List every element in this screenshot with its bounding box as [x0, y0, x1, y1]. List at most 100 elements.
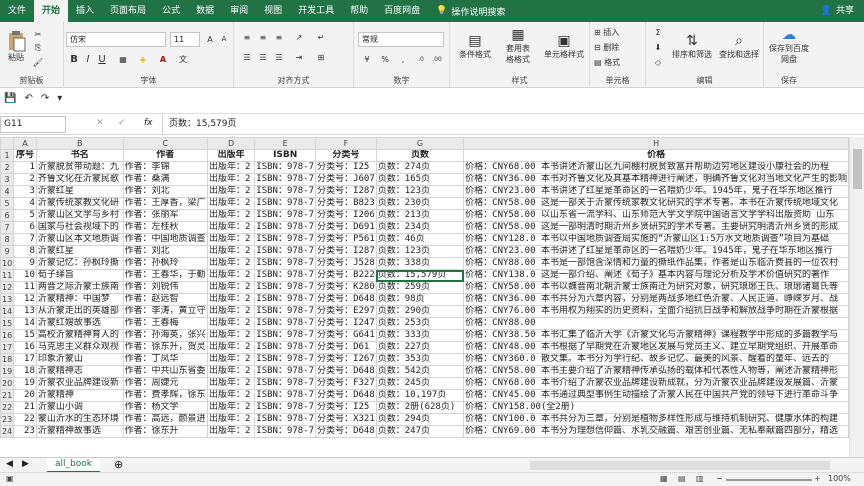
cell[interactable]: ISBN：978-7 [254, 173, 317, 186]
ribbon-tab[interactable]: 帮助 [342, 0, 376, 22]
row-header[interactable]: 4 [0, 185, 15, 198]
copy-icon[interactable]: ⎘ [32, 42, 44, 54]
column-header[interactable]: F [315, 137, 377, 150]
cell[interactable]: 作者：刘北 [122, 245, 208, 258]
row-header[interactable]: 6 [0, 209, 15, 222]
cell[interactable]: 分类号：I25 [315, 161, 377, 174]
sheet-tab-all-book[interactable]: all_book [47, 458, 100, 473]
tell-me-search[interactable]: 💡 操作说明搜索 [436, 5, 505, 18]
cell[interactable]: ISBN：978-7 [254, 425, 317, 438]
cell[interactable]: 出版年：2 [206, 389, 256, 402]
row-header[interactable]: 11 [0, 269, 15, 282]
cell[interactable]: 沂蒙山区文学与乡村 [35, 209, 124, 222]
cell[interactable]: ISBN：978-7 [254, 269, 317, 282]
cell[interactable]: 10 [13, 269, 37, 282]
indent-icon[interactable]: ⇥ [292, 50, 306, 64]
column-header[interactable]: D [206, 137, 256, 150]
cell[interactable]: ISBN：978-7 [254, 401, 317, 414]
cell[interactable]: 沂蒙精神故事选 [35, 425, 124, 438]
find-select-button[interactable]: ⌕ 查找和选择 [716, 26, 762, 66]
cell[interactable]: 页数：333页 [375, 329, 465, 342]
cell[interactable]: 分类号：I206 [315, 209, 377, 222]
macro-record-icon[interactable]: ▣ [6, 474, 14, 483]
cell[interactable]: 出版年：2 [206, 305, 256, 318]
cell[interactable]: ISBN：978-7 [254, 389, 317, 402]
cell[interactable]: 页数：253页 [375, 317, 465, 330]
cell[interactable]: 价格：CNY68.00 本书讲述沂蒙山区九间棚村脱贫致富并帮助边穷地区建设小康社… [463, 161, 849, 174]
cell[interactable]: 6 [13, 221, 37, 234]
select-all-corner[interactable] [0, 137, 15, 150]
cell[interactable]: 分类号：E297 [315, 305, 377, 318]
column-header[interactable]: A [13, 137, 37, 150]
cell[interactable]: ISBN：978-7 [254, 233, 317, 246]
name-box[interactable]: G11 [0, 116, 66, 133]
cell[interactable]: 出版年：2 [206, 281, 256, 294]
cell[interactable]: 页数：230页 [375, 197, 465, 210]
cell[interactable]: 序号 [13, 149, 37, 162]
cell[interactable]: 价格 [463, 149, 849, 162]
page-break-icon[interactable]: ▥ [696, 474, 704, 483]
cell[interactable]: 齐鲁文化在沂蒙民歌 [35, 173, 124, 186]
cell[interactable]: 价格：CNY58.00 本书以魏晋南北朝沂蒙士族南迁为研究对象，研究琅琊王氏、琅… [463, 281, 849, 294]
cell[interactable]: 作者：桑满 [122, 173, 208, 186]
row-header[interactable]: 16 [0, 329, 15, 342]
cell[interactable]: 1 [13, 161, 37, 174]
cell[interactable]: 分类号：B823 [315, 197, 377, 210]
cell[interactable]: 页数：294页 [375, 413, 465, 426]
cell[interactable]: 沂蒙精神 [35, 389, 124, 402]
cell[interactable]: 15 [13, 329, 37, 342]
row-header[interactable]: 21 [0, 389, 15, 402]
cell[interactable]: ISBN：978-7 [254, 353, 317, 366]
number-format-box[interactable]: 常规 [358, 32, 444, 47]
normal-view-icon[interactable]: ▦ [660, 474, 668, 483]
cell[interactable]: 12 [13, 293, 37, 306]
cell[interactable]: 沂蒙脱贫带动题：九 [35, 161, 124, 174]
cell[interactable]: 20 [13, 389, 37, 402]
cell[interactable]: 页数：46页 [375, 233, 465, 246]
italic-button[interactable]: I [82, 52, 94, 66]
ribbon-tab[interactable]: 审阅 [222, 0, 256, 22]
fx-icon[interactable]: fx [144, 118, 153, 128]
cell[interactable]: 荀子绎旨 [35, 269, 124, 282]
cell[interactable]: 作者：杨文学 [122, 401, 208, 414]
cell[interactable]: 21 [13, 401, 37, 414]
orientation-icon[interactable]: ↗ [292, 30, 306, 44]
cell[interactable]: 价格：CNY58.00 这是一部关于沂蒙传统家教文化研究的学术专著。本书在沂蒙传… [463, 197, 849, 210]
cell[interactable]: 出版年：2 [206, 221, 256, 234]
ribbon-tab[interactable]: 百度网盘 [376, 0, 428, 22]
sort-filter-button[interactable]: ⇅ 排序和筛选 [670, 26, 714, 66]
cell[interactable]: 价格：CNY23.00 本书讲述了红星是革命区的一名喂奶少年。1945年，鬼子在… [463, 245, 849, 258]
share-button[interactable]: 👤 共享 [821, 0, 854, 22]
cancel-icon[interactable]: ✕ [96, 118, 104, 128]
cell[interactable]: 作者：王春梅 [122, 317, 208, 330]
cell[interactable]: 页数：353页 [375, 353, 465, 366]
save-icon[interactable]: 💾 [4, 93, 16, 104]
comma-icon[interactable]: , [396, 52, 410, 66]
cell[interactable]: 5 [13, 209, 37, 222]
save-baidu-button[interactable]: ☁ 保存到百度网盘 [766, 26, 812, 66]
cell[interactable]: 价格：CNY100.0 本书共分为三章，分别是植物多样性形成与维持机制研究、健康… [463, 413, 849, 426]
underline-button[interactable]: U [96, 52, 108, 66]
cell[interactable]: 出版年：2 [206, 269, 256, 282]
cell[interactable]: 马克思主义群众观视 [35, 341, 124, 354]
cell[interactable]: ISBN：978-7 [254, 365, 317, 378]
row-header[interactable]: 8 [0, 233, 15, 246]
cell[interactable]: 页数：234页 [375, 221, 465, 234]
row-header[interactable]: 5 [0, 197, 15, 210]
cell[interactable]: 页数：123页 [375, 245, 465, 258]
cell[interactable]: 分类号：D691 [315, 221, 377, 234]
row-header[interactable]: 10 [0, 257, 15, 270]
cell[interactable]: 页数：98页 [375, 293, 465, 306]
cell[interactable]: 价格：CNY58.00 这是一部明清时期沂州乡贤研究的学术专著。主要研究明清沂州… [463, 221, 849, 234]
row-header[interactable]: 20 [0, 377, 15, 390]
cell[interactable]: 18 [13, 365, 37, 378]
column-header[interactable]: E [254, 137, 317, 150]
cell[interactable]: 价格：CNY68.00 本书介绍了沂蒙农业品牌建设新成就，分为沂蒙农业品牌建设发… [463, 377, 849, 390]
cell[interactable]: 出版年：2 [206, 329, 256, 342]
cell[interactable]: 书名 [35, 149, 124, 162]
cell[interactable]: 分类号：I287 [315, 185, 377, 198]
cell[interactable]: 沂蒙传统家教文化研 [35, 197, 124, 210]
cell[interactable]: 作者：费孝辉，徐东 [122, 389, 208, 402]
cell[interactable]: 作者：赵远智 [122, 293, 208, 306]
prev-sheet-icon[interactable]: ◀ [6, 459, 13, 469]
